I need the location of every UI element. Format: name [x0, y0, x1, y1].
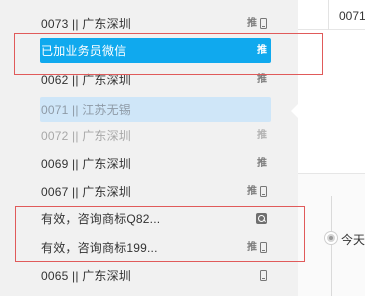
contact-label: 0072 || 广东深圳 — [41, 129, 131, 143]
mobile-phone-icon — [260, 18, 267, 29]
timeline-dot-icon — [325, 232, 337, 244]
timeline-date-label: 今天 — [341, 233, 365, 247]
contact-label: 0069 || 广东深圳 — [41, 157, 131, 171]
contact-label: 0065 || 广东深圳 — [41, 269, 131, 283]
push-badge-icon: 推 — [257, 157, 267, 169]
row-icons: 推 — [257, 74, 267, 86]
mobile-phone-icon — [260, 270, 267, 281]
highlight-box — [15, 206, 305, 262]
contact-row[interactable]: 0072 || 广东深圳 推 — [40, 123, 271, 148]
contact-label: 0067 || 广东深圳 — [41, 185, 131, 199]
push-badge-icon: 推 — [247, 185, 257, 197]
selection-pointer-icon — [291, 104, 298, 118]
push-badge-icon: 推 — [247, 17, 257, 29]
contact-label: 0073 || 广东深圳 — [41, 17, 131, 31]
row-icons: 推 — [257, 130, 267, 142]
contact-row[interactable]: 0065 || 广东深圳 — [40, 263, 271, 288]
contact-row-hovered[interactable]: 0071 || 江苏无锡 — [40, 97, 271, 122]
row-icons — [260, 270, 267, 281]
mobile-phone-icon — [260, 186, 267, 197]
push-badge-icon: 推 — [257, 129, 267, 141]
row-icons: 推 — [247, 186, 267, 198]
contact-row[interactable]: 0069 || 广东深圳 推 — [40, 151, 271, 176]
row-icons: 推 — [247, 18, 267, 30]
row-icons: 推 — [257, 158, 267, 170]
push-badge-icon: 推 — [257, 73, 267, 85]
contact-row[interactable]: 0067 || 广东深圳 推 — [40, 179, 271, 204]
detail-id-value: 0071 — [339, 9, 365, 23]
contact-label: 0071 || 江苏无锡 — [41, 103, 131, 117]
header-divider — [328, 0, 329, 30]
timeline-line — [331, 196, 332, 296]
highlight-box — [14, 33, 323, 75]
